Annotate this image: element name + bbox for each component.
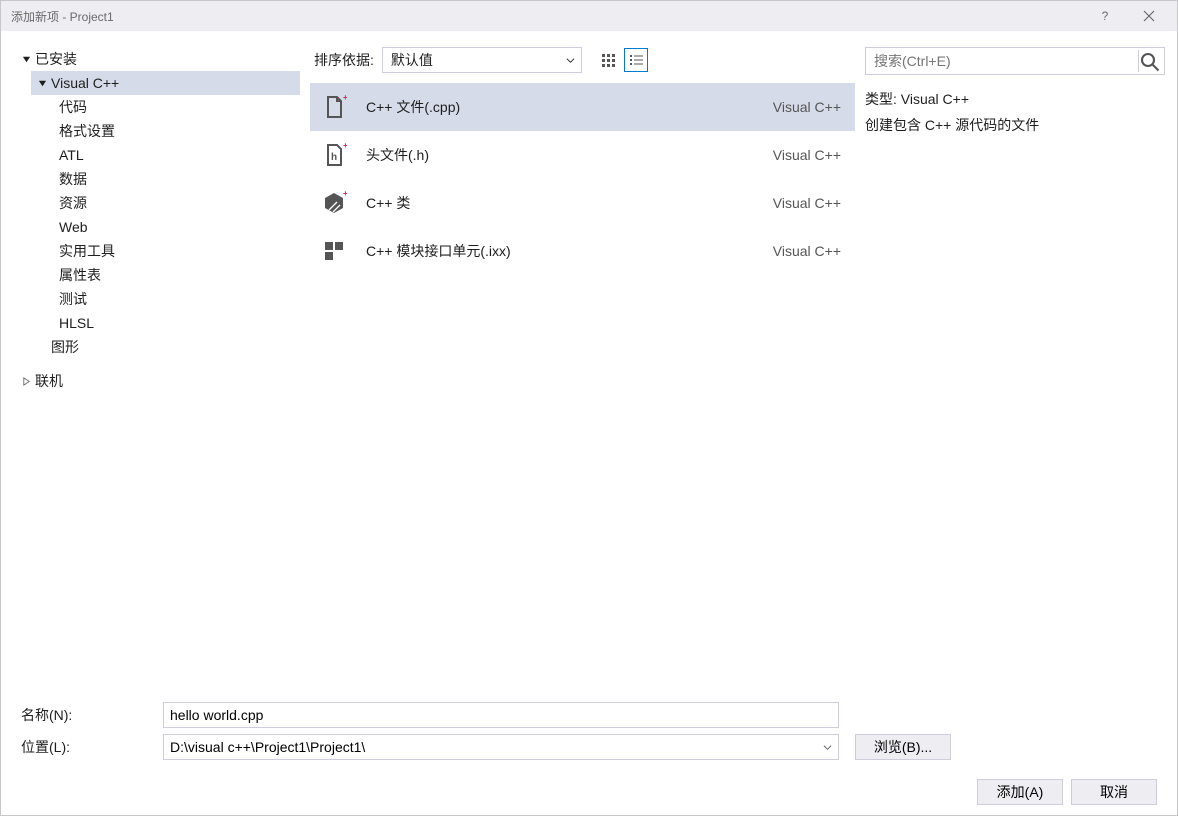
template-list: ++ C++ 文件(.cpp) Visual C++ h ++ 头文件(.h) V…	[310, 83, 855, 689]
tree-label: ATL	[59, 143, 84, 167]
tree-node-code[interactable]: 代码	[55, 95, 300, 119]
tree-node-web[interactable]: Web	[55, 215, 300, 239]
main-area: 已安装 Visual C++ 代码 格式设置 ATL 数据 资源 Web 实用工…	[9, 37, 1169, 693]
tree-node-format[interactable]: 格式设置	[55, 119, 300, 143]
list-icon	[629, 53, 643, 67]
tree-node-utility[interactable]: 实用工具	[55, 239, 300, 263]
svg-text:++: ++	[343, 190, 347, 198]
chevron-down-icon	[823, 743, 832, 752]
template-item-cpp-module[interactable]: C++ 模块接口单元(.ixx) Visual C++	[310, 227, 855, 275]
add-button[interactable]: 添加(A)	[977, 779, 1063, 805]
close-icon	[1143, 10, 1155, 22]
tree-label: Web	[59, 215, 88, 239]
tree-node-test[interactable]: 测试	[55, 287, 300, 311]
name-input[interactable]	[163, 702, 839, 728]
search-box[interactable]	[865, 47, 1165, 75]
sort-toolbar: 排序依据: 默认值	[310, 47, 855, 83]
template-lang: Visual C++	[773, 99, 841, 115]
view-list-button[interactable]	[624, 48, 648, 72]
tree-label: 代码	[59, 95, 87, 119]
chevron-down-icon	[566, 52, 575, 68]
tree-label: 数据	[59, 167, 87, 191]
header-file-icon: h ++	[320, 141, 348, 169]
chevron-down-icon	[19, 52, 33, 66]
sort-by-label: 排序依据:	[314, 50, 374, 70]
dialog-window: 添加新项 - Project1 ? 已安装 Visual C++ 代码 格式设置	[0, 0, 1178, 816]
location-combo[interactable]	[163, 734, 839, 760]
tree-label: HLSL	[59, 311, 94, 335]
search-input[interactable]	[874, 53, 1138, 69]
template-label: C++ 文件(.cpp)	[366, 97, 773, 117]
tree-label: 图形	[51, 335, 79, 359]
name-label: 名称(N):	[15, 705, 163, 725]
view-grid-button[interactable]	[596, 48, 620, 72]
view-mode-buttons	[596, 48, 648, 72]
grid-icon	[601, 53, 615, 67]
tree-label: 实用工具	[59, 239, 115, 263]
tree-label: 测试	[59, 287, 87, 311]
description-line: 创建包含 C++ 源代码的文件	[865, 115, 1165, 135]
tree-node-online[interactable]: 联机	[15, 369, 300, 393]
bottom-area: 名称(N): 位置(L): 浏览(B)... 添加(A) 取消	[9, 693, 1169, 807]
type-line: 类型: Visual C++	[865, 89, 1165, 109]
help-button[interactable]: ?	[1083, 2, 1127, 30]
tree-label: 资源	[59, 191, 87, 215]
location-dropdown-button[interactable]	[816, 735, 838, 759]
template-lang: Visual C++	[773, 147, 841, 163]
search-button[interactable]	[1138, 50, 1160, 72]
window-title: 添加新项 - Project1	[11, 8, 1083, 25]
location-label: 位置(L):	[15, 737, 163, 757]
chevron-down-icon	[35, 76, 49, 90]
cancel-button[interactable]: 取消	[1071, 779, 1157, 805]
search-icon	[1139, 51, 1160, 72]
location-input[interactable]	[163, 734, 839, 760]
svg-text:?: ?	[1102, 10, 1109, 22]
template-label: C++ 模块接口单元(.ixx)	[366, 241, 773, 261]
cpp-class-icon: ++	[320, 189, 348, 217]
template-item-cpp-class[interactable]: ++ C++ 类 Visual C++	[310, 179, 855, 227]
tree-label: 联机	[35, 369, 63, 393]
sort-value: 默认值	[391, 50, 433, 70]
name-row: 名称(N):	[15, 699, 1163, 731]
tree-node-installed[interactable]: 已安装	[15, 47, 300, 71]
help-icon: ?	[1099, 10, 1111, 22]
svg-text:++: ++	[343, 142, 347, 150]
tree-node-hlsl[interactable]: HLSL	[55, 311, 300, 335]
template-lang: Visual C++	[773, 195, 841, 211]
svg-text:++: ++	[343, 94, 347, 102]
category-tree: 已安装 Visual C++ 代码 格式设置 ATL 数据 资源 Web 实用工…	[9, 37, 304, 693]
close-button[interactable]	[1127, 2, 1171, 30]
tree-node-data[interactable]: 数据	[55, 167, 300, 191]
titlebar: 添加新项 - Project1 ?	[1, 1, 1177, 31]
dialog-buttons: 添加(A) 取消	[15, 763, 1163, 807]
dialog-body: 已安装 Visual C++ 代码 格式设置 ATL 数据 资源 Web 实用工…	[1, 31, 1177, 815]
tree-label: 已安装	[35, 47, 77, 71]
browse-button[interactable]: 浏览(B)...	[855, 734, 951, 760]
tree-label: Visual C++	[51, 71, 119, 95]
tree-node-property-sheet[interactable]: 属性表	[55, 263, 300, 287]
sort-select[interactable]: 默认值	[382, 47, 582, 73]
tree-node-visual-cpp[interactable]: Visual C++	[31, 71, 300, 95]
tree-node-resource[interactable]: 资源	[55, 191, 300, 215]
details-panel: 类型: Visual C++ 创建包含 C++ 源代码的文件	[861, 37, 1169, 693]
cpp-file-icon: ++	[320, 93, 348, 121]
tree-node-atl[interactable]: ATL	[55, 143, 300, 167]
template-label: C++ 类	[366, 193, 773, 213]
cpp-module-icon	[320, 237, 348, 265]
location-row: 位置(L): 浏览(B)...	[15, 731, 1163, 763]
tree-label: 格式设置	[59, 119, 115, 143]
template-label: 头文件(.h)	[366, 145, 773, 165]
template-panel: 排序依据: 默认值	[306, 37, 859, 693]
tree-node-graphics[interactable]: 图形	[31, 335, 300, 359]
tree-label: 属性表	[59, 263, 101, 287]
template-item-cpp-file[interactable]: ++ C++ 文件(.cpp) Visual C++	[310, 83, 855, 131]
svg-text:h: h	[331, 152, 337, 163]
chevron-right-icon	[19, 374, 33, 388]
template-item-header-file[interactable]: h ++ 头文件(.h) Visual C++	[310, 131, 855, 179]
template-lang: Visual C++	[773, 243, 841, 259]
